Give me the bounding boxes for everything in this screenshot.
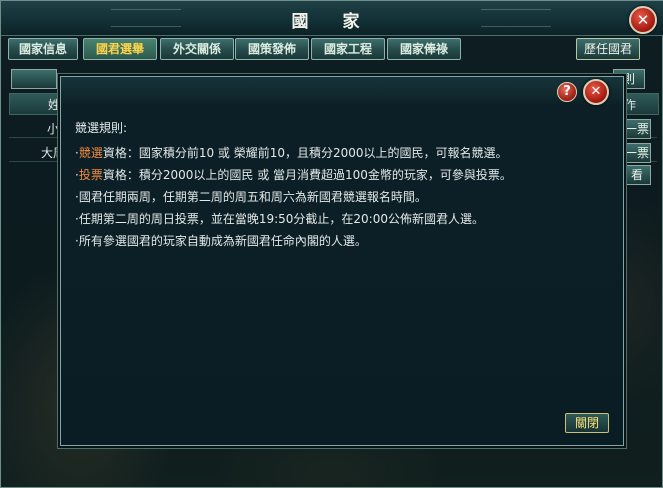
rule-text: 所有參選國君的玩家自動成為新國君任命內閣的人選。 <box>78 234 367 248</box>
history-rulers-button[interactable]: 歷任國君 <box>576 38 640 60</box>
rule-item: ·國君任期兩周，任期第二周的周五和周六為新國君競選報名時間。 <box>75 186 605 208</box>
rule-text: 資格：國家積分前10 或 榮耀前10，且積分2000以上的國民，可報名競選。 <box>102 146 508 160</box>
rule-item: ·任期第二周的周日投票，並在當晚19:50分截止，在20:00公佈新國君人選。 <box>75 208 605 230</box>
dialog-titlebar[interactable] <box>61 77 623 105</box>
bg-header-action: 作 <box>624 98 637 112</box>
dialog-close-icon[interactable]: ✕ <box>583 79 609 105</box>
window-title: 國 家 <box>291 12 374 32</box>
bg-left-button[interactable] <box>11 69 57 89</box>
rules-content: 競選規則: ·競選資格：國家積分前10 或 榮耀前10，且積分2000以上的國民… <box>75 119 605 252</box>
rule-keyword: 投票 <box>78 168 103 182</box>
tab-diplomacy[interactable]: 外交關係 <box>160 38 234 60</box>
vote-button[interactable]: 一票 <box>623 119 651 139</box>
tab-salary[interactable]: 國家俸祿 <box>387 38 461 60</box>
window-close-icon[interactable]: ✕ <box>629 6 657 34</box>
rule-text: 國君任期兩周，任期第二周的周五和周六為新國君競選報名時間。 <box>78 190 427 204</box>
election-rules-dialog: ? ✕ 競選規則: ·競選資格：國家積分前10 或 榮耀前10，且積分2000以… <box>60 76 624 446</box>
close-button[interactable]: 關閉 <box>565 413 609 433</box>
tab-projects[interactable]: 國家工程 <box>311 38 385 60</box>
bg-side-button[interactable]: 看 <box>623 165 651 185</box>
bg-row-name: 小 <box>47 122 60 136</box>
rules-title: 競選規則: <box>75 121 128 135</box>
tab-policy[interactable]: 國策發佈 <box>235 38 309 60</box>
rule-text: 資格：積分2000以上的國民 或 當月消費超過100金幣的玩家，可參與投票。 <box>102 168 512 182</box>
help-icon[interactable]: ? <box>557 82 577 102</box>
tab-country-info[interactable]: 國家信息 <box>8 38 78 60</box>
bg-header-name: 姓 <box>48 98 61 112</box>
rule-item: ·投票資格：積分2000以上的國民 或 當月消費超過100金幣的玩家，可參與投票… <box>75 164 605 186</box>
rule-item: ·所有參選國君的玩家自動成為新國君任命內閣的人選。 <box>75 230 605 252</box>
tab-election[interactable]: 國君選舉 <box>83 38 157 60</box>
rule-item: ·競選資格：國家積分前10 或 榮耀前10，且積分2000以上的國民，可報名競選… <box>75 142 605 164</box>
rule-keyword: 競選 <box>78 146 103 160</box>
window-titlebar[interactable]: 國 家 <box>1 1 663 36</box>
vote-button[interactable]: 一票 <box>623 143 651 163</box>
rule-text: 任期第二周的周日投票，並在當晚19:50分截止，在20:00公佈新國君人選。 <box>78 212 484 226</box>
